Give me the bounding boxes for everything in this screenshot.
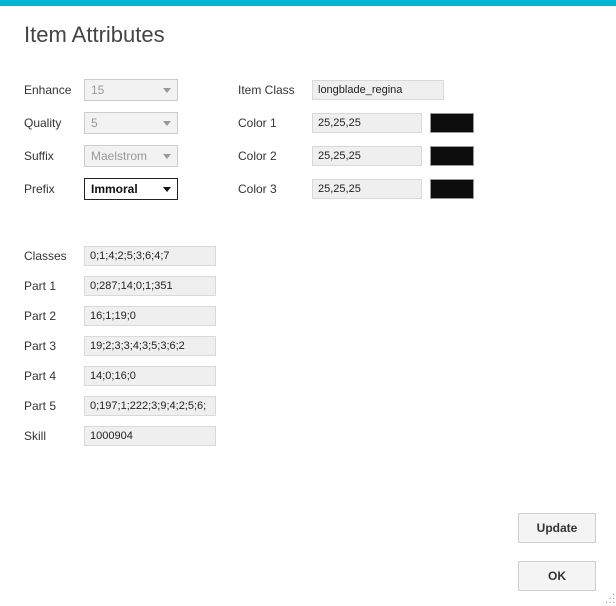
upper-panel: Enhance 15 Quality 5 Suffix Maelstrom — [24, 78, 592, 210]
enhance-label: Enhance — [24, 83, 84, 97]
part3-row: Part 3 19;2;3;3;4;3;5;3;6;2 — [24, 334, 592, 358]
itemclass-value: longblade_regina — [318, 84, 402, 96]
ok-button[interactable]: OK — [518, 561, 596, 591]
part1-input[interactable]: 0;287;14;0;1;351 — [84, 276, 216, 296]
quality-dropdown[interactable]: 5 — [84, 112, 178, 134]
part4-input[interactable]: 14;0;16;0 — [84, 366, 216, 386]
color2-swatch[interactable] — [430, 146, 474, 166]
color1-swatch[interactable] — [430, 113, 474, 133]
attributes-left-column: Enhance 15 Quality 5 Suffix Maelstrom — [24, 78, 178, 210]
parts-panel: Classes 0;1;4;2;5;3;6;4;7 Part 1 0;287;1… — [24, 244, 592, 448]
color3-label: Color 3 — [238, 182, 312, 196]
enhance-value: 15 — [91, 83, 104, 97]
part2-input[interactable]: 16;1;19;0 — [84, 306, 216, 326]
color3-value: 25,25,25 — [318, 183, 361, 195]
skill-value: 1000904 — [90, 430, 133, 442]
color1-input[interactable]: 25,25,25 — [312, 113, 422, 133]
color1-value: 25,25,25 — [318, 117, 361, 129]
part5-label: Part 5 — [24, 399, 84, 413]
part1-value: 0;287;14;0;1;351 — [90, 280, 173, 292]
part5-row: Part 5 0;197;1;222;3;9;4;2;5;6; — [24, 394, 592, 418]
page-title: Item Attributes — [24, 22, 592, 48]
chevron-down-icon — [163, 88, 171, 93]
suffix-dropdown[interactable]: Maelstrom — [84, 145, 178, 167]
chevron-down-icon — [163, 187, 171, 192]
color2-label: Color 2 — [238, 149, 312, 163]
part2-label: Part 2 — [24, 309, 84, 323]
quality-row: Quality 5 — [24, 111, 178, 135]
content-area: Item Attributes Enhance 15 Quality 5 Suf… — [0, 6, 616, 448]
suffix-label: Suffix — [24, 149, 84, 163]
dialog-buttons: Update OK — [518, 513, 596, 591]
color1-label: Color 1 — [238, 116, 312, 130]
attributes-right-column: Item Class longblade_regina Color 1 25,2… — [238, 78, 474, 210]
chevron-down-icon — [163, 121, 171, 126]
enhance-row: Enhance 15 — [24, 78, 178, 102]
color2-row: Color 2 25,25,25 — [238, 144, 474, 168]
color1-row: Color 1 25,25,25 — [238, 111, 474, 135]
suffix-value: Maelstrom — [91, 149, 147, 163]
itemclass-input[interactable]: longblade_regina — [312, 80, 444, 100]
skill-input[interactable]: 1000904 — [84, 426, 216, 446]
part5-input[interactable]: 0;197;1;222;3;9;4;2;5;6; — [84, 396, 216, 416]
part3-value: 19;2;3;3;4;3;5;3;6;2 — [90, 340, 185, 352]
classes-row: Classes 0;1;4;2;5;3;6;4;7 — [24, 244, 592, 268]
enhance-dropdown[interactable]: 15 — [84, 79, 178, 101]
quality-value: 5 — [91, 116, 98, 130]
part2-row: Part 2 16;1;19;0 — [24, 304, 592, 328]
part3-input[interactable]: 19;2;3;3;4;3;5;3;6;2 — [84, 336, 216, 356]
resize-grip-icon[interactable]: .. .. . . — [605, 591, 614, 603]
color3-row: Color 3 25,25,25 — [238, 177, 474, 201]
classes-input[interactable]: 0;1;4;2;5;3;6;4;7 — [84, 246, 216, 266]
part1-label: Part 1 — [24, 279, 84, 293]
suffix-row: Suffix Maelstrom — [24, 144, 178, 168]
part3-label: Part 3 — [24, 339, 84, 353]
part4-row: Part 4 14;0;16;0 — [24, 364, 592, 388]
skill-label: Skill — [24, 429, 84, 443]
part2-value: 16;1;19;0 — [90, 310, 136, 322]
color3-swatch[interactable] — [430, 179, 474, 199]
part5-value: 0;197;1;222;3;9;4;2;5;6; — [90, 400, 206, 412]
classes-label: Classes — [24, 249, 84, 263]
quality-label: Quality — [24, 116, 84, 130]
itemclass-label: Item Class — [238, 83, 312, 97]
chevron-down-icon — [163, 154, 171, 159]
color2-value: 25,25,25 — [318, 150, 361, 162]
part4-label: Part 4 — [24, 369, 84, 383]
part1-row: Part 1 0;287;14;0;1;351 — [24, 274, 592, 298]
prefix-row: Prefix Immoral — [24, 177, 178, 201]
color2-input[interactable]: 25,25,25 — [312, 146, 422, 166]
itemclass-row: Item Class longblade_regina — [238, 78, 474, 102]
skill-row: Skill 1000904 — [24, 424, 592, 448]
color3-input[interactable]: 25,25,25 — [312, 179, 422, 199]
classes-value: 0;1;4;2;5;3;6;4;7 — [90, 250, 170, 262]
prefix-value: Immoral — [91, 182, 138, 196]
prefix-dropdown[interactable]: Immoral — [84, 178, 178, 200]
update-button[interactable]: Update — [518, 513, 596, 543]
part4-value: 14;0;16;0 — [90, 370, 136, 382]
prefix-label: Prefix — [24, 182, 84, 196]
